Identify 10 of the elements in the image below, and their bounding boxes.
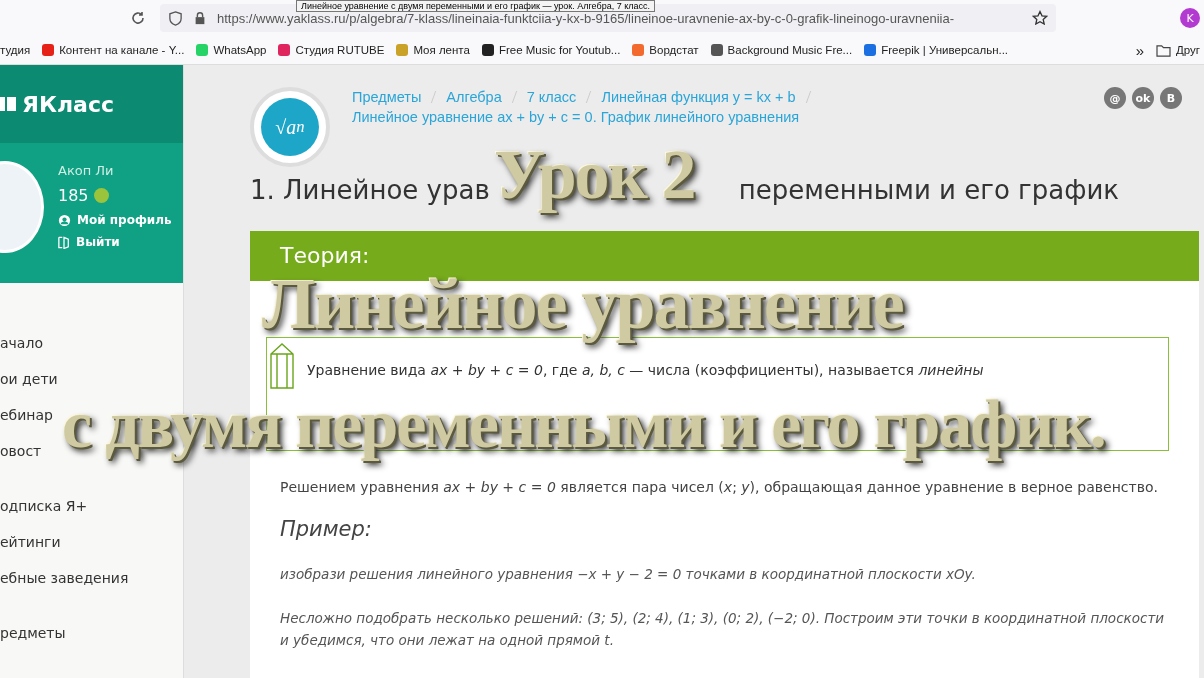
user-name: Акоп Ли [58,163,115,178]
example-heading: Пример: [280,517,373,541]
points-count: 185 [58,186,89,205]
example-task: изобрази решения линейного уравнения −x + y − 2 = 0 точками в координатной плоскости xOy. [280,565,977,584]
solution-text: Решением уравнения ax + by + c = 0 является пара чисел (x; y), обращающая данное уравнение в верное равенство. [280,478,1159,497]
tooltip: Линейное уравнение с двумя переменными и его график — урок. Алгебра, 7 класс. [296,0,655,12]
definition-text: Уравнение вида ax + by + c = 0, где a, b, c — числа (коэффициенты), называется линейны [307,361,984,380]
lesson-heading: переменными и его график [738,175,1119,207]
example-text: Несложно подобрать несколько решений: (3; 5), (2; 4), (1; 3), (0; 2), (−2; 0). Построим эти точки в координатной плоскости и убедимся, что они лежат на одной прямой t. [280,609,1166,650]
lesson-heading: 1. Линейное урав [250,175,490,207]
